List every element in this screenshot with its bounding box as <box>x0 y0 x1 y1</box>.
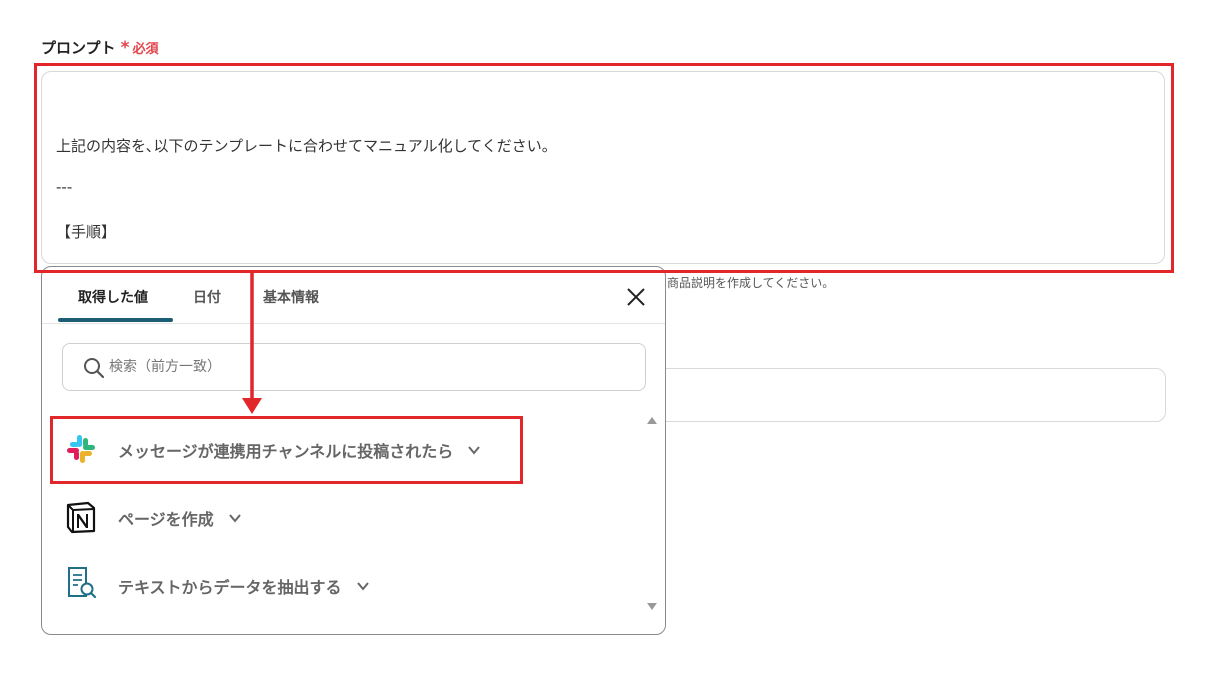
list-item-label: テキストからデータを抽出する <box>118 574 370 598</box>
close-icon[interactable] <box>626 287 646 307</box>
list-item-label: ページを作成 <box>118 506 242 530</box>
variable-picker-popup: 取得した値 日付 基本情報 メッセージが連携用チャンネルに投稿されたら <box>41 266 666 635</box>
tab-basic-info[interactable]: 基本情報 <box>263 287 319 307</box>
background-input[interactable] <box>650 368 1166 422</box>
list-item-text: テキストからデータを抽出する <box>118 578 342 597</box>
active-tab-indicator <box>58 318 173 322</box>
field-label-text: プロンプト <box>41 39 116 57</box>
search-input[interactable] <box>109 356 629 378</box>
tab-bar: 取得した値 日付 基本情報 <box>42 267 665 324</box>
document-search-icon <box>68 567 97 599</box>
field-hint-text: の商品説明を作成してください。 <box>655 276 835 290</box>
prompt-line: --- <box>56 178 73 196</box>
prompt-textarea[interactable]: 上記の内容を､以下のテンプレートに合わせてマニュアル化してください。 --- 【… <box>41 71 1165 264</box>
chevron-down-icon <box>468 446 480 455</box>
chevron-down-icon <box>228 514 241 523</box>
slack-icon <box>67 435 95 463</box>
search-icon <box>84 358 105 379</box>
search-box <box>62 343 646 391</box>
scroll-up-arrow[interactable] <box>647 417 657 424</box>
list-item-label: メッセージが連携用チャンネルに投稿されたら <box>118 438 481 462</box>
required-mark: * <box>120 37 130 58</box>
list-item-text: メッセージが連携用チャンネルに投稿されたら <box>118 442 454 461</box>
scroll-down-arrow[interactable] <box>647 603 657 610</box>
required-text: 必須 <box>132 42 159 57</box>
field-label: プロンプト * 必須 <box>41 37 158 58</box>
list-item-slack-trigger[interactable]: メッセージが連携用チャンネルに投稿されたら <box>42 419 642 479</box>
chevron-down-icon <box>356 582 369 591</box>
notion-icon <box>66 501 96 534</box>
tab-date[interactable]: 日付 <box>193 287 221 307</box>
tab-acquired-values[interactable]: 取得した値 <box>78 287 148 307</box>
list-item-notion-action[interactable]: ページを作成 <box>42 487 642 547</box>
prompt-line: 上記の内容を､以下のテンプレートに合わせてマニュアル化してください。 <box>56 137 557 155</box>
prompt-line: 【手順】 <box>56 223 117 241</box>
list-item-text-extraction[interactable]: テキストからデータを抽出する <box>42 555 642 615</box>
list-item-text: ページを作成 <box>118 510 214 529</box>
